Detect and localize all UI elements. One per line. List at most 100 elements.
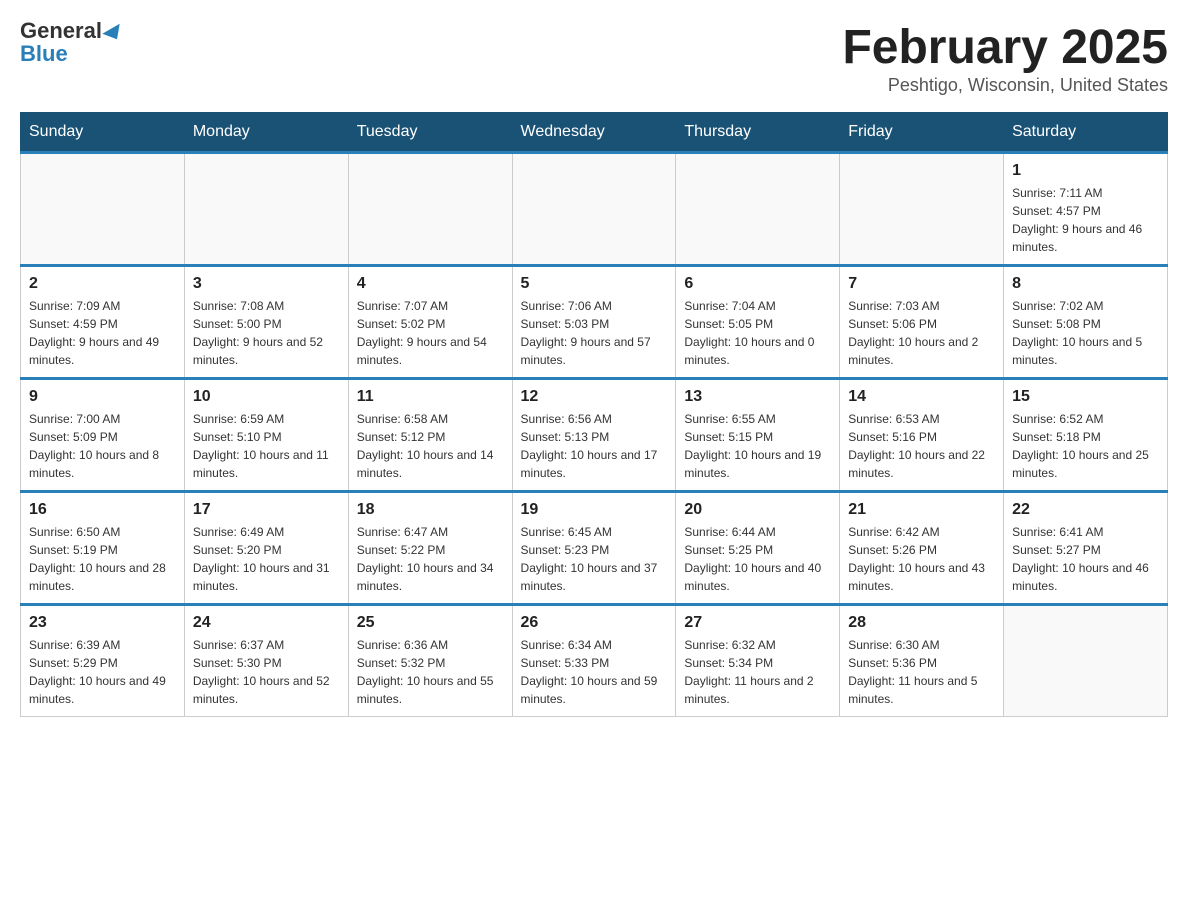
day-info: Sunrise: 6:34 AMSunset: 5:33 PMDaylight:… (521, 636, 668, 708)
calendar-cell (676, 153, 840, 266)
week-row-2: 2 Sunrise: 7:09 AMSunset: 4:59 PMDaylight… (21, 266, 1168, 379)
day-info: Sunrise: 7:08 AMSunset: 5:00 PMDaylight:… (193, 297, 340, 369)
calendar-cell: 27 Sunrise: 6:32 AMSunset: 5:34 PMDayligh… (676, 605, 840, 717)
day-of-week-sunday: Sunday (21, 113, 185, 153)
day-number: 20 (684, 501, 831, 519)
day-number: 1 (1012, 162, 1159, 180)
day-number: 26 (521, 614, 668, 632)
day-info: Sunrise: 6:56 AMSunset: 5:13 PMDaylight:… (521, 410, 668, 482)
logo-line2: Blue (20, 43, 68, 66)
calendar-cell (1004, 605, 1168, 717)
calendar-cell: 1 Sunrise: 7:11 AMSunset: 4:57 PMDaylight… (1004, 153, 1168, 266)
day-number: 7 (848, 275, 995, 293)
title-block: February 2025 Peshtigo, Wisconsin, Unite… (842, 20, 1168, 96)
day-number: 11 (357, 388, 504, 406)
day-number: 15 (1012, 388, 1159, 406)
day-info: Sunrise: 6:45 AMSunset: 5:23 PMDaylight:… (521, 523, 668, 595)
calendar-cell (840, 153, 1004, 266)
day-info: Sunrise: 7:11 AMSunset: 4:57 PMDaylight:… (1012, 184, 1159, 256)
calendar-table: SundayMondayTuesdayWednesdayThursdayFrid… (20, 112, 1168, 717)
day-of-week-thursday: Thursday (676, 113, 840, 153)
calendar-cell: 4 Sunrise: 7:07 AMSunset: 5:02 PMDaylight… (348, 266, 512, 379)
calendar-cell: 16Sunrise: 6:50 AMSunset: 5:19 PMDayligh… (21, 492, 185, 605)
day-of-week-monday: Monday (184, 113, 348, 153)
day-info: Sunrise: 7:03 AMSunset: 5:06 PMDaylight:… (848, 297, 995, 369)
day-info: Sunrise: 6:39 AMSunset: 5:29 PMDaylight:… (29, 636, 176, 708)
calendar-cell: 26 Sunrise: 6:34 AMSunset: 5:33 PMDayligh… (512, 605, 676, 717)
calendar-cell: 3Sunrise: 7:08 AMSunset: 5:00 PMDaylight… (184, 266, 348, 379)
calendar-cell: 18 Sunrise: 6:47 AMSunset: 5:22 PMDayligh… (348, 492, 512, 605)
day-of-week-tuesday: Tuesday (348, 113, 512, 153)
calendar-cell: 22 Sunrise: 6:41 AMSunset: 5:27 PMDayligh… (1004, 492, 1168, 605)
day-info: Sunrise: 6:53 AMSunset: 5:16 PMDaylight:… (848, 410, 995, 482)
calendar-cell: 6 Sunrise: 7:04 AMSunset: 5:05 PMDaylight… (676, 266, 840, 379)
day-number: 10 (193, 388, 340, 406)
calendar-cell (512, 153, 676, 266)
day-info: Sunrise: 7:09 AMSunset: 4:59 PMDaylight:… (29, 297, 176, 369)
day-info: Sunrise: 6:44 AMSunset: 5:25 PMDaylight:… (684, 523, 831, 595)
day-number: 9 (29, 388, 176, 406)
day-number: 25 (357, 614, 504, 632)
calendar-cell: 20 Sunrise: 6:44 AMSunset: 5:25 PMDayligh… (676, 492, 840, 605)
day-number: 24 (193, 614, 340, 632)
week-row-5: 23 Sunrise: 6:39 AMSunset: 5:29 PMDayligh… (21, 605, 1168, 717)
day-number: 2 (29, 275, 176, 293)
calendar-subtitle: Peshtigo, Wisconsin, United States (842, 75, 1168, 96)
calendar-cell: 7 Sunrise: 7:03 AMSunset: 5:06 PMDaylight… (840, 266, 1004, 379)
days-of-week-row: SundayMondayTuesdayWednesdayThursdayFrid… (21, 113, 1168, 153)
day-info: Sunrise: 6:47 AMSunset: 5:22 PMDaylight:… (357, 523, 504, 595)
calendar-cell: 19Sunrise: 6:45 AMSunset: 5:23 PMDayligh… (512, 492, 676, 605)
calendar-cell: 15 Sunrise: 6:52 AMSunset: 5:18 PMDayligh… (1004, 379, 1168, 492)
day-number: 18 (357, 501, 504, 519)
day-info: Sunrise: 6:59 AMSunset: 5:10 PMDaylight:… (193, 410, 340, 482)
logo-line1: General (20, 20, 124, 43)
calendar-cell: 25Sunrise: 6:36 AMSunset: 5:32 PMDayligh… (348, 605, 512, 717)
day-of-week-friday: Friday (840, 113, 1004, 153)
calendar-cell (184, 153, 348, 266)
day-info: Sunrise: 6:30 AMSunset: 5:36 PMDaylight:… (848, 636, 995, 708)
week-row-3: 9Sunrise: 7:00 AMSunset: 5:09 PMDaylight… (21, 379, 1168, 492)
calendar-cell: 12 Sunrise: 6:56 AMSunset: 5:13 PMDayligh… (512, 379, 676, 492)
calendar-header: SundayMondayTuesdayWednesdayThursdayFrid… (21, 113, 1168, 153)
calendar-title: February 2025 (842, 20, 1168, 75)
day-number: 6 (684, 275, 831, 293)
day-info: Sunrise: 7:04 AMSunset: 5:05 PMDaylight:… (684, 297, 831, 369)
day-info: Sunrise: 6:37 AMSunset: 5:30 PMDaylight:… (193, 636, 340, 708)
day-number: 13 (684, 388, 831, 406)
calendar-body: 1 Sunrise: 7:11 AMSunset: 4:57 PMDaylight… (21, 153, 1168, 717)
day-number: 4 (357, 275, 504, 293)
day-info: Sunrise: 6:49 AMSunset: 5:20 PMDaylight:… (193, 523, 340, 595)
calendar-cell: 23 Sunrise: 6:39 AMSunset: 5:29 PMDayligh… (21, 605, 185, 717)
calendar-cell: 21Sunrise: 6:42 AMSunset: 5:26 PMDayligh… (840, 492, 1004, 605)
calendar-cell: 13Sunrise: 6:55 AMSunset: 5:15 PMDayligh… (676, 379, 840, 492)
calendar-cell (21, 153, 185, 266)
day-number: 12 (521, 388, 668, 406)
day-number: 27 (684, 614, 831, 632)
day-number: 8 (1012, 275, 1159, 293)
day-number: 5 (521, 275, 668, 293)
day-info: Sunrise: 7:06 AMSunset: 5:03 PMDaylight:… (521, 297, 668, 369)
week-row-1: 1 Sunrise: 7:11 AMSunset: 4:57 PMDaylight… (21, 153, 1168, 266)
calendar-cell: 2 Sunrise: 7:09 AMSunset: 4:59 PMDaylight… (21, 266, 185, 379)
day-info: Sunrise: 7:02 AMSunset: 5:08 PMDaylight:… (1012, 297, 1159, 369)
logo-blue-text: Blue (20, 41, 68, 66)
day-number: 22 (1012, 501, 1159, 519)
calendar-cell (348, 153, 512, 266)
day-info: Sunrise: 6:42 AMSunset: 5:26 PMDaylight:… (848, 523, 995, 595)
logo-general-text: General (20, 18, 102, 43)
day-of-week-wednesday: Wednesday (512, 113, 676, 153)
logo: General Blue (20, 20, 124, 66)
calendar-cell: 11 Sunrise: 6:58 AMSunset: 5:12 PMDayligh… (348, 379, 512, 492)
day-info: Sunrise: 6:52 AMSunset: 5:18 PMDaylight:… (1012, 410, 1159, 482)
calendar-cell: 10 Sunrise: 6:59 AMSunset: 5:10 PMDayligh… (184, 379, 348, 492)
day-info: Sunrise: 7:07 AMSunset: 5:02 PMDaylight:… (357, 297, 504, 369)
day-number: 28 (848, 614, 995, 632)
week-row-4: 16Sunrise: 6:50 AMSunset: 5:19 PMDayligh… (21, 492, 1168, 605)
day-number: 14 (848, 388, 995, 406)
day-info: Sunrise: 6:58 AMSunset: 5:12 PMDaylight:… (357, 410, 504, 482)
day-info: Sunrise: 6:32 AMSunset: 5:34 PMDaylight:… (684, 636, 831, 708)
calendar-cell: 28 Sunrise: 6:30 AMSunset: 5:36 PMDayligh… (840, 605, 1004, 717)
day-number: 23 (29, 614, 176, 632)
calendar-cell: 8 Sunrise: 7:02 AMSunset: 5:08 PMDaylight… (1004, 266, 1168, 379)
day-info: Sunrise: 6:41 AMSunset: 5:27 PMDaylight:… (1012, 523, 1159, 595)
